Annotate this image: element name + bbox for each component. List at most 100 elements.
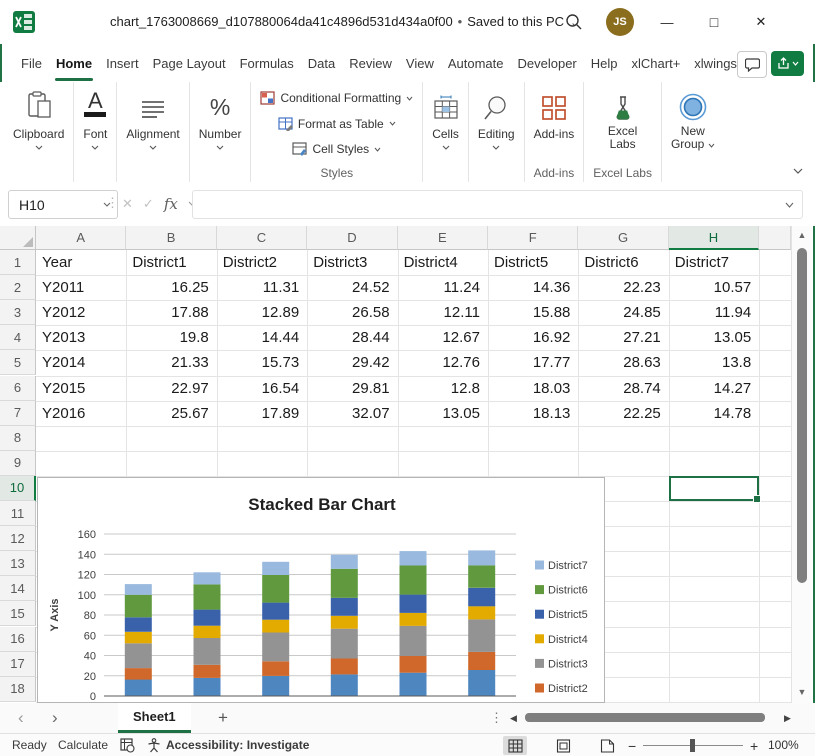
format-as-table-button[interactable]: Format as Table <box>278 113 396 135</box>
selected-cell-H10[interactable] <box>669 476 759 501</box>
ribbon-tab-page-layout[interactable]: Page Layout <box>146 44 233 82</box>
cell-H5[interactable]: 13.8 <box>669 350 759 375</box>
ribbon-tab-home[interactable]: Home <box>49 44 99 82</box>
status-accessibility[interactable]: Accessibility: Investigate <box>166 734 309 756</box>
cell-H7[interactable]: 14.78 <box>669 401 759 426</box>
ribbon-tab-automate[interactable]: Automate <box>441 44 511 82</box>
zoom-in-icon[interactable]: + <box>750 738 758 754</box>
excel-labs-button[interactable]: Excel Labs <box>608 87 637 151</box>
scroll-left-icon[interactable]: ◀ <box>510 713 517 724</box>
row-header-12[interactable]: 12 <box>0 526 36 551</box>
cell-D5[interactable]: 29.42 <box>307 350 397 375</box>
select-all-corner[interactable] <box>0 226 36 250</box>
column-header-C[interactable]: C <box>217 226 307 250</box>
row-header-6[interactable]: 6 <box>0 376 36 401</box>
column-header-B[interactable]: B <box>126 226 216 250</box>
column-header-E[interactable]: E <box>398 226 488 250</box>
row-header-8[interactable]: 8 <box>0 426 36 451</box>
add-sheet-icon[interactable]: + <box>218 703 228 733</box>
normal-view-button[interactable] <box>503 736 527 755</box>
row-header-14[interactable]: 14 <box>0 576 36 601</box>
ribbon-tab-data[interactable]: Data <box>301 44 342 82</box>
ribbon-tab-view[interactable]: View <box>399 44 441 82</box>
maximize-button[interactable]: □ <box>691 0 737 44</box>
cell-E2[interactable]: 11.24 <box>398 275 488 300</box>
ribbon-group-number[interactable]: % Number <box>190 82 252 182</box>
avatar[interactable]: JS <box>606 8 634 36</box>
cell-F7[interactable]: 18.13 <box>488 401 578 426</box>
column-header-G[interactable]: G <box>578 226 668 250</box>
ribbon-group-new-group[interactable]: New Group <box>662 82 724 182</box>
horizontal-scrollbar-thumb[interactable] <box>525 713 765 722</box>
column-header-overflow[interactable] <box>759 226 791 250</box>
formula-input[interactable] <box>192 190 803 219</box>
cell-B1[interactable]: District1 <box>126 250 216 275</box>
status-calculate[interactable]: Calculate <box>58 734 108 756</box>
cell-G6[interactable]: 28.74 <box>578 376 668 401</box>
zoom-out-icon[interactable]: − <box>628 738 636 754</box>
column-header-A[interactable]: A <box>36 226 126 250</box>
cell-A7[interactable]: Y2016 <box>36 401 126 426</box>
conditional-formatting-button[interactable]: Conditional Formatting <box>260 87 413 109</box>
document-title[interactable]: chart_1763008669_d107880064da41c4896d531… <box>110 14 579 29</box>
fill-handle[interactable] <box>753 495 761 503</box>
chevron-down-icon[interactable] <box>785 202 794 208</box>
ribbon-tab-xlchart-[interactable]: xlChart+ <box>625 44 688 82</box>
cell-H2[interactable]: 10.57 <box>669 275 759 300</box>
row-header-5[interactable]: 5 <box>0 350 36 375</box>
cell-E3[interactable]: 12.11 <box>398 300 488 325</box>
cell-D7[interactable]: 32.07 <box>307 401 397 426</box>
cell-E7[interactable]: 13.05 <box>398 401 488 426</box>
cell-G4[interactable]: 27.21 <box>578 325 668 350</box>
row-header-7[interactable]: 7 <box>0 401 36 426</box>
sheet-nav-right-icon[interactable]: › <box>52 703 58 733</box>
cell-E1[interactable]: District4 <box>398 250 488 275</box>
row-header-9[interactable]: 9 <box>0 451 36 476</box>
share-button[interactable] <box>771 51 804 76</box>
cell-C5[interactable]: 15.73 <box>217 350 307 375</box>
ribbon-tab-xlwings[interactable]: xlwings <box>687 44 744 82</box>
sheet-tab-sheet1[interactable]: Sheet1 <box>118 703 191 733</box>
cell-D6[interactable]: 29.81 <box>307 376 397 401</box>
ribbon-group-clipboard[interactable]: Clipboard <box>4 82 74 182</box>
cell-A3[interactable]: Y2012 <box>36 300 126 325</box>
row-header-11[interactable]: 11 <box>0 501 36 526</box>
cell-B7[interactable]: 25.67 <box>126 401 216 426</box>
row-header-17[interactable]: 17 <box>0 652 36 677</box>
comments-button[interactable] <box>737 51 767 78</box>
ribbon-tab-review[interactable]: Review <box>342 44 399 82</box>
cell-C7[interactable]: 17.89 <box>217 401 307 426</box>
ribbon-group-font[interactable]: A Font <box>74 82 117 182</box>
cell-B4[interactable]: 19.8 <box>126 325 216 350</box>
zoom-slider-thumb[interactable] <box>690 739 695 752</box>
vertical-scrollbar[interactable]: ▲ ▼ <box>791 226 812 703</box>
cell-E5[interactable]: 12.76 <box>398 350 488 375</box>
ribbon-tab-insert[interactable]: Insert <box>99 44 146 82</box>
cell-B2[interactable]: 16.25 <box>126 275 216 300</box>
row-header-4[interactable]: 4 <box>0 325 36 350</box>
column-header-H[interactable]: H <box>669 226 759 250</box>
cell-C2[interactable]: 11.31 <box>217 275 307 300</box>
sheet-nav-left-icon[interactable]: ‹ <box>18 703 24 733</box>
addins-button[interactable]: Add-ins <box>534 87 575 141</box>
cell-H4[interactable]: 13.05 <box>669 325 759 350</box>
close-button[interactable]: ✕ <box>738 0 784 44</box>
cell-F1[interactable]: District5 <box>488 250 578 275</box>
cell-F2[interactable]: 14.36 <box>488 275 578 300</box>
collapse-ribbon-icon[interactable] <box>793 168 803 174</box>
cell-A5[interactable]: Y2014 <box>36 350 126 375</box>
ribbon-tab-formulas[interactable]: Formulas <box>233 44 301 82</box>
page-layout-view-button[interactable] <box>551 736 575 755</box>
ribbon-group-alignment[interactable]: Alignment <box>117 82 189 182</box>
cell-F5[interactable]: 17.77 <box>488 350 578 375</box>
cell-F4[interactable]: 16.92 <box>488 325 578 350</box>
row-header-15[interactable]: 15 <box>0 601 36 626</box>
search-icon[interactable] <box>565 13 583 31</box>
cancel-icon[interactable]: ✕ <box>122 196 133 212</box>
cell-C3[interactable]: 12.89 <box>217 300 307 325</box>
ribbon-tab-developer[interactable]: Developer <box>511 44 584 82</box>
scroll-up-icon[interactable]: ▲ <box>792 230 812 240</box>
cell-B5[interactable]: 21.33 <box>126 350 216 375</box>
ribbon-tab-file[interactable]: File <box>14 44 49 82</box>
row-header-1[interactable]: 1 <box>0 250 36 275</box>
